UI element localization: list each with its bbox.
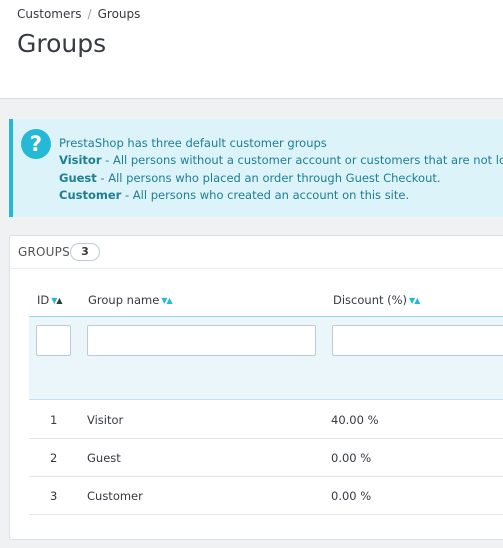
filter-group-name-input[interactable] [87, 325, 316, 356]
info-desc: - All persons who created an account on … [121, 187, 410, 202]
breadcrumb: Customers / Groups [17, 7, 140, 21]
filter-discount-input[interactable] [332, 325, 503, 356]
column-label: ID [37, 293, 50, 307]
cell-id: 3 [50, 489, 58, 503]
table-row[interactable]: 3 Customer 0.00 % [29, 477, 503, 515]
cell-discount: 40.00 % [331, 413, 379, 427]
sort-asc-icon[interactable]: ▲ [414, 296, 420, 305]
info-line-guest: Guest - All persons who placed an order … [59, 170, 503, 187]
groups-panel: GROUPS 3 ID ▼▲ Group name ▼▲ Discount (%) ▼… [9, 235, 503, 540]
info-desc: - All persons who placed an order throug… [96, 170, 441, 185]
cell-group-name: Visitor [87, 413, 124, 427]
page-header: Customers / Groups Groups [0, 0, 503, 99]
table-row[interactable]: 1 Visitor 40.00 % [29, 401, 503, 439]
cell-discount: 0.00 % [331, 489, 372, 503]
column-label: Discount (%) [333, 293, 408, 307]
cell-group-name: Guest [87, 451, 121, 465]
info-term: Visitor [59, 153, 102, 168]
info-desc: - All persons without a customer account… [101, 153, 503, 168]
info-term: Guest [59, 170, 97, 185]
info-intro: PrestaShop has three default customer gr… [59, 136, 327, 150]
info-line-visitor: Visitor - All persons without a customer… [59, 152, 503, 169]
info-text: PrestaShop has three default customer gr… [59, 135, 503, 204]
column-header-group-name: Group name ▼▲ [88, 293, 173, 307]
breadcrumb-customers[interactable]: Customers [17, 7, 82, 21]
table-row[interactable]: 2 Guest 0.00 % [29, 439, 503, 477]
breadcrumb-groups[interactable]: Groups [98, 7, 141, 21]
count-badge: 3 [70, 243, 100, 261]
panel-title: GROUPS [18, 245, 70, 259]
filter-id-input[interactable] [36, 325, 71, 356]
column-header-discount: Discount (%) ▼▲ [333, 293, 420, 307]
panel-header: GROUPS 3 [10, 236, 503, 269]
column-header-id: ID ▼▲ [37, 293, 63, 307]
page-title: Groups [17, 29, 107, 58]
cell-group-name: Customer [87, 489, 143, 503]
cell-discount: 0.00 % [331, 451, 372, 465]
info-line-customer: Customer - All persons who created an ac… [59, 187, 503, 204]
cell-id: 2 [50, 451, 58, 465]
filter-row [29, 316, 503, 400]
sort-asc-icon[interactable]: ▲ [166, 296, 172, 305]
info-alert: ? PrestaShop has three default customer … [9, 119, 503, 217]
column-label: Group name [88, 293, 160, 307]
breadcrumb-separator: / [87, 7, 92, 21]
sort-asc-icon[interactable]: ▲ [56, 296, 62, 305]
info-term: Customer [59, 187, 122, 202]
question-icon: ? [21, 129, 51, 159]
cell-id: 1 [50, 413, 58, 427]
